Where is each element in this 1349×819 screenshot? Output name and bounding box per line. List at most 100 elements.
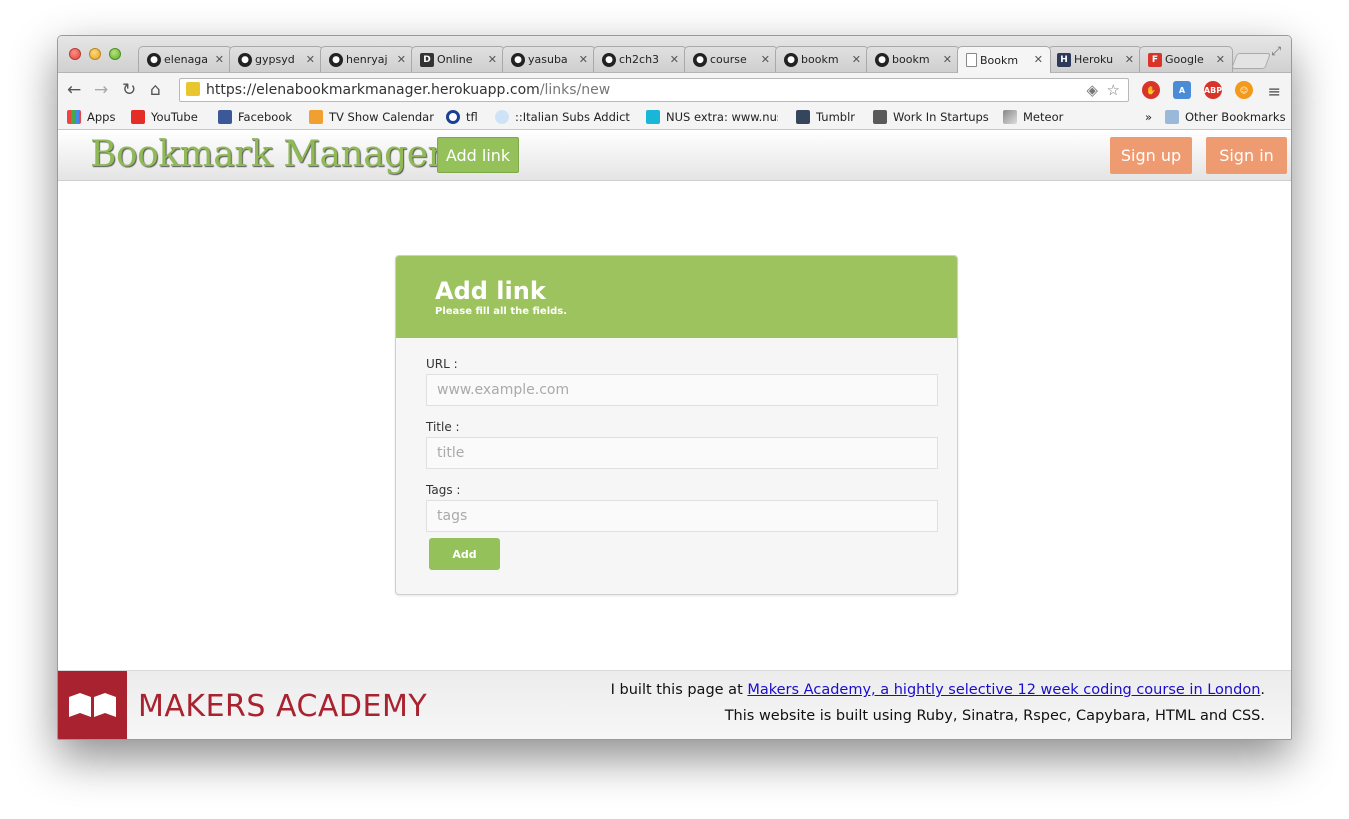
heroku-icon: H <box>1057 52 1071 67</box>
close-icon[interactable]: ✕ <box>215 53 224 66</box>
github-icon: ● <box>238 52 252 67</box>
forward-arrow-icon[interactable]: → <box>94 80 108 100</box>
bookmark-star-icon[interactable]: ☆ <box>1107 81 1120 99</box>
document-icon <box>966 53 977 67</box>
form-subtitle: Please fill all the fields. <box>435 306 568 317</box>
makers-academy-wordmark: MAKERS ACADEMY <box>138 689 428 724</box>
bookmarks-bar: Apps YouTube Facebook TV Show Calendar t… <box>58 106 1291 130</box>
other-bookmarks[interactable]: Other Bookmarks <box>1165 110 1286 124</box>
home-icon[interactable]: ⌂ <box>150 80 161 100</box>
bookmark-work-in-startups[interactable]: Work In Startups <box>873 110 989 124</box>
address-bar[interactable]: https://elenabookmarkmanager.herokuapp.c… <box>179 78 1129 102</box>
tab[interactable]: ● elenaga ✕ <box>138 46 232 72</box>
zoom-window-button[interactable] <box>109 48 121 60</box>
github-icon: ● <box>784 52 798 67</box>
minimize-window-button[interactable] <box>89 48 101 60</box>
bookmark-youtube[interactable]: YouTube <box>131 110 198 124</box>
tab-strip: ● elenaga ✕ ● gypsyd ✕ ● henryaj ✕ D Online ✕ ● y… <box>58 36 1291 73</box>
close-icon[interactable]: ✕ <box>670 53 679 66</box>
form-header: Add link Please fill all the fields. <box>396 256 957 338</box>
makers-academy-logo-icon <box>58 671 127 739</box>
github-icon: ● <box>511 52 525 67</box>
fullscreen-icon[interactable]: ⤢ <box>1271 44 1281 59</box>
tumblr-icon <box>796 110 810 124</box>
url-path: /links/new <box>539 82 611 98</box>
site-header: Bookmark Manager Add link Sign up Sign i… <box>58 131 1291 181</box>
close-icon[interactable]: ✕ <box>852 53 861 66</box>
tab[interactable]: ● ch2ch3 ✕ <box>593 46 687 72</box>
github-icon: ● <box>329 52 343 67</box>
title-label: Title : <box>426 420 460 434</box>
url-label: URL : <box>426 357 458 371</box>
close-icon[interactable]: ✕ <box>397 53 406 66</box>
web-page: Bookmark Manager Add link Sign up Sign i… <box>58 131 1291 739</box>
close-icon[interactable]: ✕ <box>1216 53 1225 66</box>
tab[interactable]: ● bookm ✕ <box>866 46 960 72</box>
lock-warning-icon <box>186 82 200 96</box>
shield-icon[interactable]: ◈ <box>1086 81 1098 99</box>
add-button[interactable]: Add <box>429 538 500 570</box>
close-window-button[interactable] <box>69 48 81 60</box>
back-arrow-icon[interactable]: ← <box>67 80 81 100</box>
github-icon: ● <box>875 52 889 67</box>
tv-icon <box>309 110 323 124</box>
hamburger-menu-icon[interactable]: ≡ <box>1268 82 1281 101</box>
close-icon[interactable]: ✕ <box>1125 53 1134 66</box>
tags-input[interactable]: tags <box>426 500 938 532</box>
tab[interactable]: ● gypsyd ✕ <box>229 46 323 72</box>
bookmark-meteor[interactable]: Meteor <box>1003 110 1063 124</box>
bookmark-tumblr[interactable]: Tumblr <box>796 110 855 124</box>
bookmark-apps[interactable]: Apps <box>67 110 115 124</box>
wis-icon <box>873 110 887 124</box>
stop-extension-icon[interactable]: ✋ <box>1142 81 1160 99</box>
tab[interactable]: H Heroku ✕ <box>1048 46 1142 72</box>
github-icon: ● <box>602 52 616 67</box>
bookmark-nus[interactable]: NUS extra: www.nus <box>646 110 778 124</box>
url-main: https://elenabookmarkmanager.herokuapp.c… <box>206 82 540 98</box>
brand-logo[interactable]: Bookmark Manager <box>90 134 445 175</box>
browser-window: ● elenaga ✕ ● gypsyd ✕ ● henryaj ✕ D Online ✕ ● y… <box>57 35 1292 740</box>
bookmark-tfl[interactable]: tfl <box>446 110 478 124</box>
close-icon[interactable]: ✕ <box>306 53 315 66</box>
browser-toolbar: ← → ↻ ⌂ https://elenabookmarkmanager.her… <box>58 72 1291 106</box>
adblock-icon[interactable]: ABP <box>1204 81 1222 99</box>
italian-subs-icon <box>495 110 509 124</box>
reload-icon[interactable]: ↻ <box>122 80 136 100</box>
apps-grid-icon <box>67 110 81 124</box>
tab[interactable]: D Online ✕ <box>411 46 505 72</box>
footer-tech-stack: This website is built using Ruby, Sinatr… <box>724 708 1265 724</box>
tab[interactable]: ● henryaj ✕ <box>320 46 414 72</box>
tfl-roundel-icon <box>446 110 460 124</box>
close-icon[interactable]: ✕ <box>943 53 952 66</box>
title-input[interactable]: title <box>426 437 938 469</box>
folder-icon <box>1165 110 1179 124</box>
tab[interactable]: ● yasuba ✕ <box>502 46 596 72</box>
close-icon[interactable]: ✕ <box>488 53 497 66</box>
add-link-nav-button[interactable]: Add link <box>437 137 519 173</box>
sign-up-button[interactable]: Sign up <box>1110 137 1192 174</box>
hola-extension-icon[interactable]: ☺ <box>1235 81 1253 99</box>
makers-academy-link[interactable]: Makers Academy, a hightly selective 12 w… <box>747 682 1260 698</box>
github-icon: ● <box>147 52 161 67</box>
bookmarks-overflow-chevron[interactable]: » <box>1145 110 1152 124</box>
tab[interactable]: F Google ✕ <box>1139 46 1233 72</box>
url-input[interactable]: www.example.com <box>426 374 938 406</box>
tab[interactable]: ● course ✕ <box>684 46 778 72</box>
close-icon[interactable]: ✕ <box>579 53 588 66</box>
bookmark-facebook[interactable]: Facebook <box>218 110 292 124</box>
google-docs-icon: F <box>1148 52 1162 67</box>
close-icon[interactable]: ✕ <box>761 53 770 66</box>
close-icon[interactable]: ✕ <box>1034 53 1043 66</box>
translate-extension-icon[interactable]: A <box>1173 81 1191 99</box>
tab[interactable]: ● bookm ✕ <box>775 46 869 72</box>
new-tab-button[interactable] <box>1231 53 1271 69</box>
sign-in-button[interactable]: Sign in <box>1206 137 1287 174</box>
footer-credit: I built this page at Makers Academy, a h… <box>610 682 1265 698</box>
tab-active[interactable]: Bookm ✕ <box>957 46 1051 73</box>
bookmark-tv-show-calendar[interactable]: TV Show Calendar <box>309 110 434 124</box>
meteor-icon <box>1003 110 1017 124</box>
tags-label: Tags : <box>426 483 461 497</box>
bookmark-italian-subs[interactable]: ::Italian Subs Addict:: <box>495 110 631 124</box>
site-footer: MAKERS ACADEMY I built this page at Make… <box>58 670 1291 739</box>
add-link-form: Add link Please fill all the fields. URL… <box>395 255 958 595</box>
